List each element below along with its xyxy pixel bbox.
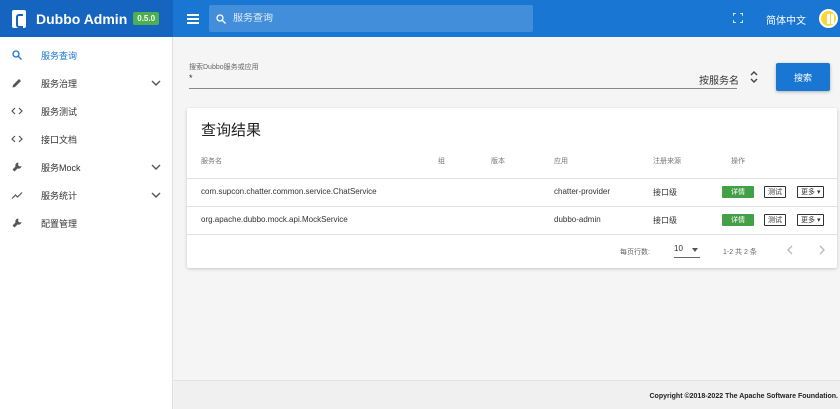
user-avatar[interactable]: [819, 9, 838, 28]
more-button[interactable]: 更多 ▾: [797, 186, 825, 198]
sidebar-item-service-query[interactable]: 服务查询: [0, 41, 172, 69]
sidebar-item-label: 服务治理: [41, 78, 78, 89]
copyright-prefix: Copyright ©2018-2022: [649, 393, 724, 400]
chevron-left-icon[interactable]: [786, 245, 794, 255]
more-button-label: 更多: [801, 217, 815, 224]
chart-icon: [11, 192, 23, 199]
sidebar-item-label: 接口文档: [41, 134, 78, 145]
sidebar-item-service-stats[interactable]: 服务统计: [0, 181, 172, 209]
more-button[interactable]: 更多 ▾: [797, 214, 825, 226]
search-type-select[interactable]: 按服务名: [699, 72, 739, 87]
code-icon: [11, 135, 23, 143]
search-icon: [12, 50, 22, 60]
rows-per-page-value: 10: [674, 244, 683, 253]
search-button[interactable]: 搜索: [776, 63, 830, 91]
sidebar-item-label: 服务查询: [41, 50, 78, 61]
table-divider: [187, 178, 837, 179]
column-header-application: 应用: [554, 158, 568, 165]
pencil-icon: [12, 79, 21, 88]
copyright-text: Copyright ©2018-2022 The Apache Software…: [649, 393, 838, 400]
table-divider: [187, 206, 837, 207]
results-card: 查询结果 服务名 组 版本 应用 注册来源 操作 com.supcon.chat…: [187, 108, 837, 268]
results-title: 查询结果: [201, 122, 262, 139]
chevron-down-icon: [151, 80, 161, 86]
menu-toggle-icon[interactable]: [187, 13, 199, 24]
search-field-label: 搜索Dubbo服务或应用: [189, 64, 259, 71]
column-header-service: 服务名: [201, 158, 222, 165]
brand: Dubbo Admin 0.5.0: [0, 0, 173, 37]
code-icon: [11, 107, 23, 115]
column-header-actions: 操作: [731, 158, 745, 165]
table-cell-source: 接口级: [653, 188, 677, 197]
chevron-down-icon: [151, 164, 161, 170]
sidebar: 服务查询 服务治理 服务测试 接口文档 服务Mock 服务统计 配置管理: [0, 37, 173, 409]
wrench-icon: [12, 218, 22, 228]
global-search: [209, 5, 533, 32]
column-header-group: 组: [438, 158, 445, 165]
global-search-input[interactable]: [233, 13, 513, 24]
dropdown-arrow-icon: [692, 248, 698, 252]
column-header-source: 注册来源: [653, 158, 681, 165]
unfold-icon[interactable]: [749, 70, 759, 84]
sidebar-item-service-test[interactable]: 服务测试: [0, 97, 172, 125]
table-cell-source: 接口级: [653, 216, 677, 225]
sidebar-item-label: 服务测试: [41, 106, 78, 117]
detail-button[interactable]: 详情: [722, 186, 754, 198]
chevron-down-icon: [151, 192, 161, 198]
detail-button[interactable]: 详情: [722, 214, 754, 226]
more-button-label: 更多: [801, 189, 815, 196]
table-cell-application: chatter-provider: [554, 187, 611, 196]
fullscreen-icon[interactable]: [733, 13, 743, 23]
version-badge: 0.5.0: [133, 12, 160, 25]
search-icon: [216, 13, 226, 24]
sidebar-item-service-mock[interactable]: 服务Mock: [0, 153, 172, 181]
sidebar-item-label: 服务Mock: [41, 162, 81, 173]
wrench-icon: [12, 162, 22, 172]
sidebar-item-label: 配置管理: [41, 218, 78, 229]
copyright-org: The Apache Software Foundation.: [725, 393, 838, 400]
app-title: Dubbo Admin: [36, 10, 128, 27]
test-button[interactable]: 测试: [764, 214, 786, 226]
sidebar-item-api-docs[interactable]: 接口文档: [0, 125, 172, 153]
chevron-right-icon[interactable]: [818, 245, 826, 255]
sidebar-item-config[interactable]: 配置管理: [0, 209, 172, 237]
search-field-underline: [189, 88, 737, 89]
table-divider: [187, 234, 837, 235]
test-button[interactable]: 测试: [764, 186, 786, 198]
dubbo-logo-icon: [12, 9, 26, 28]
sidebar-item-service-governance[interactable]: 服务治理: [0, 69, 172, 97]
language-selector[interactable]: 简体中文: [766, 12, 806, 27]
rows-per-page-select[interactable]: 10: [674, 244, 700, 258]
search-field-input[interactable]: *: [189, 73, 193, 83]
table-cell-service: org.apache.dubbo.mock.api.MockService: [201, 215, 348, 224]
column-header-version: 版本: [491, 158, 505, 165]
sidebar-item-label: 服务统计: [41, 190, 78, 201]
footer: Copyright ©2018-2022 The Apache Software…: [174, 380, 840, 409]
rows-per-page-label: 每页行数:: [620, 249, 650, 256]
table-cell-application: dubbo-admin: [554, 215, 601, 224]
table-cell-service: com.supcon.chatter.common.service.ChatSe…: [201, 187, 377, 196]
pagination-range: 1-2 共 2 条: [723, 249, 757, 256]
